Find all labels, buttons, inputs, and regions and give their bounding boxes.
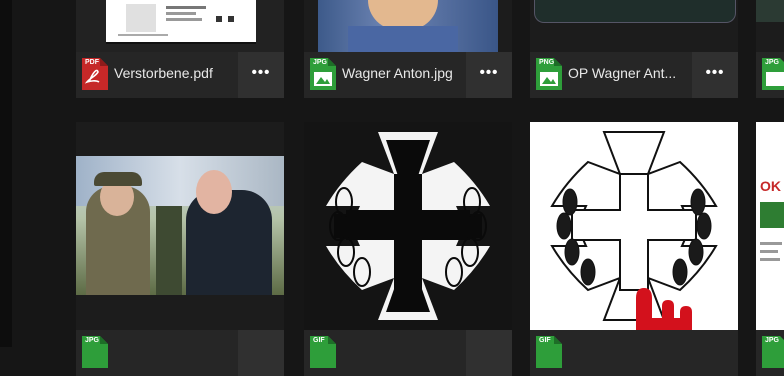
image-file-icon: JPG — [310, 58, 336, 90]
more-options-button[interactable]: ••• — [466, 52, 512, 98]
file-thumbnail — [304, 122, 512, 330]
image-file-icon: JPG — [762, 58, 784, 90]
more-options-button[interactable] — [238, 330, 284, 376]
partial-logo-text: OK — [760, 178, 781, 194]
file-name: Verstorbene.pdf — [114, 65, 213, 81]
file-type-badge: JPG — [765, 337, 780, 344]
ceremony-photo — [76, 156, 284, 295]
file-thumbnail — [304, 0, 512, 52]
file-thumbnail — [530, 0, 738, 52]
image-file-icon: GIF — [536, 336, 562, 368]
file-tile-op-wagner-anton[interactable]: PNG OP Wagner Ant... ••• — [530, 0, 738, 98]
file-type-badge: PDF — [85, 59, 99, 66]
image-file-icon: PNG — [536, 58, 562, 90]
file-name: OP Wagner Ant... — [568, 65, 677, 81]
file-name: Wagner Anton.jpg — [342, 65, 453, 81]
more-options-button[interactable]: ••• — [238, 52, 284, 98]
left-gutter — [0, 0, 12, 347]
file-tile-partial[interactable]: JPG — [756, 0, 784, 98]
image-file-icon: JPG — [762, 336, 784, 368]
file-thumbnail: OK — [756, 122, 784, 330]
file-type-badge: JPG — [85, 337, 100, 344]
dark-image-preview — [534, 0, 736, 23]
file-tile-photo-soldiers[interactable]: JPG — [76, 122, 284, 376]
file-type-badge: GIF — [539, 337, 551, 344]
file-tile-cross-black[interactable]: GIF — [304, 122, 512, 376]
iron-cross-wreath-icon — [326, 132, 490, 320]
file-type-badge: PNG — [539, 59, 555, 66]
file-thumbnail — [76, 0, 284, 52]
file-tile-partial-doc[interactable]: OK JPG — [756, 122, 784, 376]
more-options-button[interactable]: ••• — [692, 52, 738, 98]
document-preview — [106, 0, 256, 44]
file-tile-verstorbene[interactable]: PDF Verstorbene.pdf ••• — [76, 0, 284, 98]
file-thumbnail — [530, 122, 738, 330]
image-file-icon: GIF — [310, 336, 336, 368]
file-thumbnail — [756, 0, 784, 52]
pdf-file-icon: PDF — [82, 58, 108, 90]
file-tile-cross-white[interactable]: GIF — [530, 122, 738, 376]
file-type-badge: GIF — [313, 337, 325, 344]
file-tile-wagner-anton[interactable]: JPG Wagner Anton.jpg ••• — [304, 0, 512, 98]
more-options-button[interactable] — [466, 330, 512, 376]
file-type-badge: JPG — [765, 59, 780, 66]
file-type-badge: JPG — [313, 59, 328, 66]
image-file-icon: JPG — [82, 336, 108, 368]
file-thumbnail — [76, 122, 284, 330]
hand-cursor-icon — [626, 286, 696, 330]
portrait-photo — [318, 0, 498, 52]
